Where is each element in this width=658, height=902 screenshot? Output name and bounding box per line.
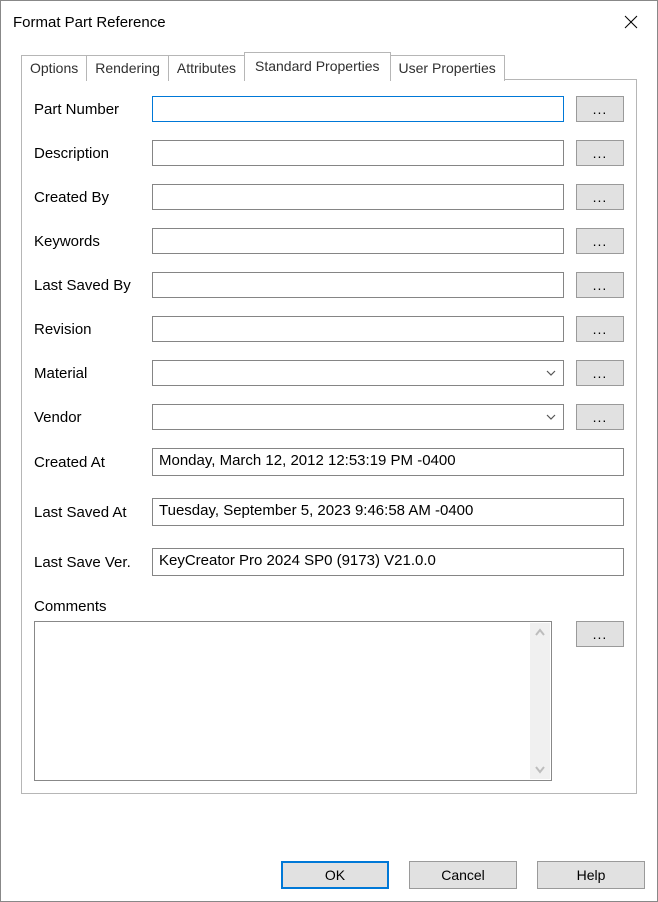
comments-scrollbar[interactable]: [530, 623, 550, 779]
created-by-input[interactable]: [152, 184, 564, 210]
label-keywords: Keywords: [34, 233, 152, 250]
label-created-at: Created At: [34, 454, 152, 471]
last-saved-by-browse-button[interactable]: ...: [576, 272, 624, 298]
label-last-saved-at: Last Saved At: [34, 504, 152, 521]
content-area: Options Rendering Attributes Standard Pr…: [11, 43, 647, 855]
window-title: Format Part Reference: [13, 14, 166, 31]
titlebar: Format Part Reference: [1, 1, 657, 43]
label-vendor: Vendor: [34, 409, 152, 426]
last-save-ver-value: KeyCreator Pro 2024 SP0 (9173) V21.0.0: [152, 548, 624, 576]
material-combo[interactable]: [152, 360, 564, 386]
label-created-by: Created By: [34, 189, 152, 206]
close-icon: [624, 15, 638, 29]
ok-button[interactable]: OK: [281, 861, 389, 889]
material-browse-button[interactable]: ...: [576, 360, 624, 386]
last-saved-at-value: Tuesday, September 5, 2023 9:46:58 AM -0…: [152, 498, 624, 526]
scroll-down-icon: [534, 765, 546, 775]
help-button[interactable]: Help: [537, 861, 645, 889]
label-revision: Revision: [34, 321, 152, 338]
part-number-input[interactable]: [152, 96, 564, 122]
dialog-window: Format Part Reference Options Rendering …: [0, 0, 658, 902]
dialog-button-bar: OK Cancel Help: [1, 855, 657, 901]
label-comments: Comments: [34, 598, 624, 615]
created-at-value: Monday, March 12, 2012 12:53:19 PM -0400: [152, 448, 624, 476]
vendor-combo[interactable]: [152, 404, 564, 430]
vendor-browse-button[interactable]: ...: [576, 404, 624, 430]
tab-strip: Options Rendering Attributes Standard Pr…: [21, 51, 637, 802]
last-saved-by-input[interactable]: [152, 272, 564, 298]
label-last-save-ver: Last Save Ver.: [34, 554, 152, 571]
tab-standard-properties[interactable]: Standard Properties: [244, 52, 391, 80]
chevron-down-icon: [543, 370, 559, 376]
description-browse-button[interactable]: ...: [576, 140, 624, 166]
comments-textarea[interactable]: [34, 621, 552, 781]
revision-browse-button[interactable]: ...: [576, 316, 624, 342]
keywords-browse-button[interactable]: ...: [576, 228, 624, 254]
close-button[interactable]: [609, 6, 653, 38]
tab-rendering[interactable]: Rendering: [86, 55, 169, 81]
label-material: Material: [34, 365, 152, 382]
label-description: Description: [34, 145, 152, 162]
description-input[interactable]: [152, 140, 564, 166]
tab-attributes[interactable]: Attributes: [168, 55, 245, 81]
tab-panel: Part Number ... Description ... Created …: [21, 79, 637, 794]
tab-user-properties[interactable]: User Properties: [390, 55, 505, 81]
part-number-browse-button[interactable]: ...: [576, 96, 624, 122]
revision-input[interactable]: [152, 316, 564, 342]
chevron-down-icon: [543, 414, 559, 420]
label-last-saved-by: Last Saved By: [34, 277, 152, 294]
cancel-button[interactable]: Cancel: [409, 861, 517, 889]
tab-options[interactable]: Options: [21, 55, 87, 81]
created-by-browse-button[interactable]: ...: [576, 184, 624, 210]
scroll-up-icon: [534, 627, 546, 637]
comments-browse-button[interactable]: ...: [576, 621, 624, 647]
label-part-number: Part Number: [34, 101, 152, 118]
keywords-input[interactable]: [152, 228, 564, 254]
